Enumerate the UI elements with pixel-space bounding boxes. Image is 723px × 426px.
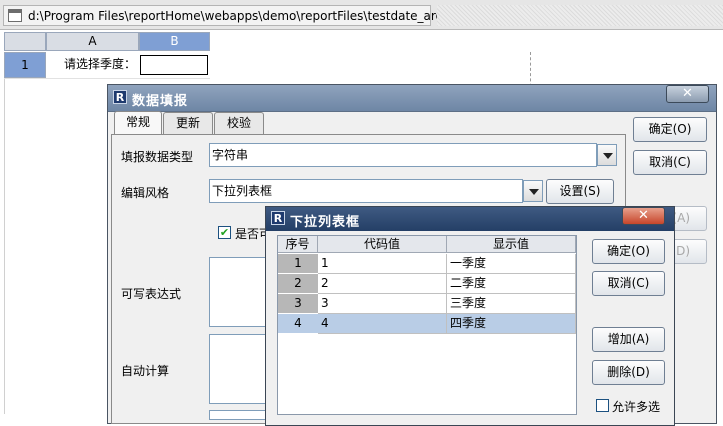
code-cell[interactable]: 1 [318,254,447,274]
writable-expression-input[interactable] [209,257,269,327]
tab-update[interactable]: 更新 [163,112,213,134]
checkbox-icon[interactable]: ✔ [218,226,231,239]
extra-input[interactable] [209,410,269,420]
dropdown-dialog-close-button[interactable]: ✕ [622,207,665,225]
app-logo-icon: R [271,211,285,225]
column-header-display: 显示值 [447,236,576,253]
writable-expression-label: 可写表达式 [121,287,182,301]
display-cell[interactable]: 一季度 [447,254,576,274]
multi-select-label: 允许多选 [612,400,661,414]
code-cell[interactable]: 2 [318,274,447,294]
data-type-label: 填报数据类型 [121,150,194,164]
fill-dialog-titlebar[interactable]: R 数据填报 ✕ [108,85,716,112]
fill-dialog-close-button[interactable]: ✕ [666,85,709,103]
column-header-b[interactable]: B [139,32,210,51]
file-tab-bar: d:\Program Files\reportHome\webapps\demo… [0,0,723,30]
column-header-a[interactable]: A [46,32,139,51]
edit-style-dropdown-arrow-icon[interactable] [523,180,543,202]
dropdown-dialog-title: 下拉列表框 [290,215,361,230]
dropdown-dialog-titlebar[interactable]: R 下拉列表框 ✕ [266,207,674,231]
tab-general[interactable]: 常规 [114,111,162,135]
display-cell[interactable]: 三季度 [447,294,576,314]
code-cell[interactable]: 4 [318,314,447,334]
grid-line [4,78,210,79]
column-header-code: 代码值 [318,236,447,253]
row-header-1[interactable]: 1 [4,52,46,78]
dropdown-cancel-button[interactable]: 取消(C) [592,271,665,296]
row-index: 2 [278,274,318,294]
app-logo-icon: R [113,90,127,104]
quarter-input-cell[interactable] [140,55,208,75]
tab-validate[interactable]: 校验 [214,112,264,134]
settings-button[interactable]: 设置(S) [546,179,614,204]
row-index: 1 [278,254,318,274]
quarter-prompt-label: 请选择季度： [63,57,136,71]
display-cell[interactable]: 四季度 [447,314,576,334]
row-index: 3 [278,294,318,314]
file-tab[interactable]: d:\Program Files\reportHome\webapps\demo… [3,5,467,26]
tab-bar-filler [437,5,723,26]
edit-style-select[interactable]: 下拉列表框 [209,179,523,203]
add-row-button[interactable]: 增加(A) [592,327,665,352]
delete-row-button[interactable]: 删除(D) [592,360,665,385]
auto-calc-input[interactable] [209,334,269,404]
multi-select-checkbox[interactable] [596,399,609,412]
row-index: 4 [278,314,318,334]
edit-style-label: 编辑风格 [121,186,170,200]
code-cell[interactable]: 3 [318,294,447,314]
auto-calc-label: 自动计算 [121,364,170,378]
column-header-index: 序号 [278,236,318,253]
fill-ok-button[interactable]: 确定(O) [633,117,707,142]
fill-cancel-button[interactable]: 取消(C) [633,150,707,175]
dropdown-ok-button[interactable]: 确定(O) [592,239,665,264]
fill-dialog-title: 数据填报 [132,94,189,109]
grid-line [4,79,5,414]
data-type-select[interactable]: 字符串 [209,143,597,167]
display-cell[interactable]: 二季度 [447,274,576,294]
document-icon [8,9,22,22]
sheet-corner[interactable] [4,32,46,51]
data-type-dropdown-arrow-icon[interactable] [597,144,617,166]
file-path: d:\Program Files\reportHome\webapps\demo… [28,9,467,23]
